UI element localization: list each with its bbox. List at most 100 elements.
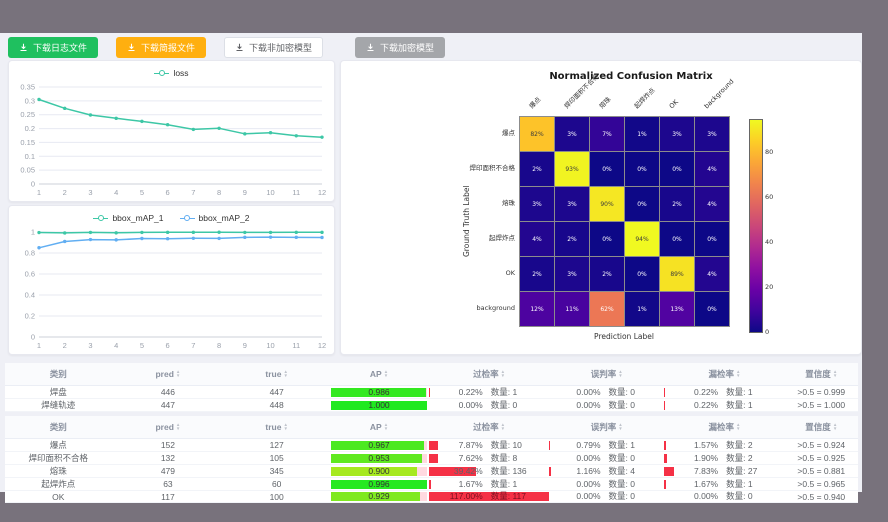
svg-text:1: 1	[31, 228, 35, 237]
svg-text:12: 12	[318, 188, 326, 197]
sort-caret-icon[interactable]: ▲▼	[833, 370, 837, 378]
svg-text:7: 7	[191, 341, 195, 350]
sort-caret-icon[interactable]: ▲▼	[736, 423, 740, 431]
column-header-mis[interactable]: 误判率▲▼	[549, 363, 664, 386]
cell-class: 爆点	[5, 439, 112, 452]
sort-caret-icon[interactable]: ▲▼	[384, 423, 388, 431]
cell-ap: 0.967	[329, 439, 429, 452]
column-header-conf[interactable]: 置信度▲▼	[785, 363, 858, 386]
cm-cell: 3%	[555, 117, 589, 151]
legend-item-bbox-map-1[interactable]: bbox_mAP_1	[93, 213, 163, 223]
cm-colorbar-tick: 80	[765, 148, 773, 156]
sort-caret-icon[interactable]: ▲▼	[384, 370, 388, 378]
svg-text:0.05: 0.05	[20, 166, 35, 175]
cell-ap: 0.929	[329, 491, 429, 503]
column-header-ap[interactable]: AP▲▼	[329, 416, 429, 439]
cell-pred: 132	[112, 452, 225, 465]
svg-text:0.15: 0.15	[20, 138, 35, 147]
map-line-chart: 00.20.40.60.81123456789101112	[9, 225, 332, 353]
column-header-conf[interactable]: 置信度▲▼	[785, 416, 858, 439]
cell-mis: 0.00%数量: 0	[549, 452, 664, 465]
cell-class: 熔珠	[5, 465, 112, 478]
download-encrypted-model-button[interactable]: 下载加密模型	[355, 37, 445, 58]
svg-text:0.8: 0.8	[25, 249, 35, 258]
cm-colorbar-tick: 40	[765, 238, 773, 246]
svg-text:8: 8	[217, 188, 221, 197]
download-report-label: 下载简报文件	[141, 41, 195, 54]
cm-cell: 1%	[625, 117, 659, 151]
column-header-miss[interactable]: 漏检率▲▼	[664, 416, 784, 439]
column-label: 类别	[50, 368, 67, 380]
column-label: 置信度	[805, 421, 831, 433]
cm-cell: 0%	[590, 152, 624, 186]
cm-cell: 4%	[695, 187, 729, 221]
cell-ap: 0.996	[329, 478, 429, 491]
cell-true: 105	[224, 452, 329, 465]
svg-text:0.3: 0.3	[25, 96, 35, 105]
confusion-matrix-card: Normalized Confusion Matrix Ground Truth…	[340, 60, 862, 355]
cell-mis: 0.79%数量: 1	[549, 439, 664, 452]
column-header-over[interactable]: 过检率▲▼	[429, 416, 549, 439]
cm-col-label: 起焊炸点	[632, 86, 657, 111]
cell-ap: 1.000	[329, 399, 429, 412]
svg-text:6: 6	[166, 341, 170, 350]
cell-ap: 0.953	[329, 452, 429, 465]
column-header-mis[interactable]: 误判率▲▼	[549, 416, 664, 439]
column-header-ap[interactable]: AP▲▼	[329, 363, 429, 386]
legend-item-loss[interactable]: loss	[154, 68, 188, 78]
download-unencrypted-model-button[interactable]: 下载非加密模型	[224, 37, 323, 58]
sort-caret-icon[interactable]: ▲▼	[176, 423, 180, 431]
cm-cell: 1%	[625, 292, 659, 326]
sort-caret-icon[interactable]: ▲▼	[736, 370, 740, 378]
svg-text:10: 10	[266, 341, 274, 350]
column-label: AP	[370, 369, 382, 379]
column-header-true[interactable]: true▲▼	[224, 416, 329, 439]
column-header-pred[interactable]: pred▲▼	[112, 363, 225, 386]
confusion-matrix-xlabel: Prediction Label	[519, 332, 729, 341]
column-header-miss[interactable]: 漏检率▲▼	[664, 363, 784, 386]
sort-caret-icon[interactable]: ▲▼	[501, 370, 505, 378]
cm-cell: 2%	[520, 257, 554, 291]
cm-cell: 0%	[590, 222, 624, 256]
cell-conf: >0.5 = 0.940	[785, 491, 858, 503]
cell-true: 100	[224, 491, 329, 503]
download-report-button[interactable]: 下载简报文件	[116, 37, 206, 58]
column-header-pred[interactable]: pred▲▼	[112, 416, 225, 439]
svg-text:9: 9	[243, 341, 247, 350]
cm-col-label: OK	[667, 97, 681, 111]
cm-cell: 2%	[555, 222, 589, 256]
line-marker-icon	[154, 70, 169, 77]
legend-item-bbox-map-2[interactable]: bbox_mAP_2	[180, 213, 250, 223]
svg-text:12: 12	[318, 341, 326, 350]
sort-caret-icon[interactable]: ▲▼	[283, 423, 287, 431]
column-header-true[interactable]: true▲▼	[224, 363, 329, 386]
sort-caret-icon[interactable]: ▲▼	[176, 370, 180, 378]
svg-text:0.4: 0.4	[25, 291, 35, 300]
cm-cell: 89%	[660, 257, 694, 291]
cell-pred: 446	[112, 386, 225, 399]
cm-cell: 0%	[625, 152, 659, 186]
svg-text:2: 2	[63, 188, 67, 197]
svg-text:5: 5	[140, 188, 144, 197]
svg-text:1: 1	[37, 188, 41, 197]
cm-row-label: background	[391, 291, 515, 325]
sort-caret-icon[interactable]: ▲▼	[618, 423, 622, 431]
cell-conf: >0.5 = 1.000	[785, 399, 858, 412]
sort-caret-icon[interactable]: ▲▼	[618, 370, 622, 378]
table-row: OK1171000.929117.00%数量: 1170.00%数量: 00.0…	[5, 491, 858, 503]
table-row: 焊缝轨迹4474481.0000.00%数量: 00.00%数量: 00.22%…	[5, 399, 858, 412]
table-row: 焊印面积不合格1321050.9537.62%数量: 80.00%数量: 01.…	[5, 452, 858, 465]
sort-caret-icon[interactable]: ▲▼	[283, 370, 287, 378]
cell-true: 60	[224, 478, 329, 491]
svg-text:3: 3	[88, 341, 92, 350]
download-log-button[interactable]: 下载日志文件	[8, 37, 98, 58]
svg-text:0: 0	[31, 180, 35, 189]
sort-caret-icon[interactable]: ▲▼	[833, 423, 837, 431]
cm-cell: 94%	[625, 222, 659, 256]
sort-caret-icon[interactable]: ▲▼	[501, 423, 505, 431]
column-header-over[interactable]: 过检率▲▼	[429, 363, 549, 386]
download-icon	[19, 43, 28, 52]
cell-miss: 0.22%数量: 1	[664, 399, 784, 412]
cell-miss: 0.22%数量: 1	[664, 386, 784, 399]
cell-ap: 0.900	[329, 465, 429, 478]
